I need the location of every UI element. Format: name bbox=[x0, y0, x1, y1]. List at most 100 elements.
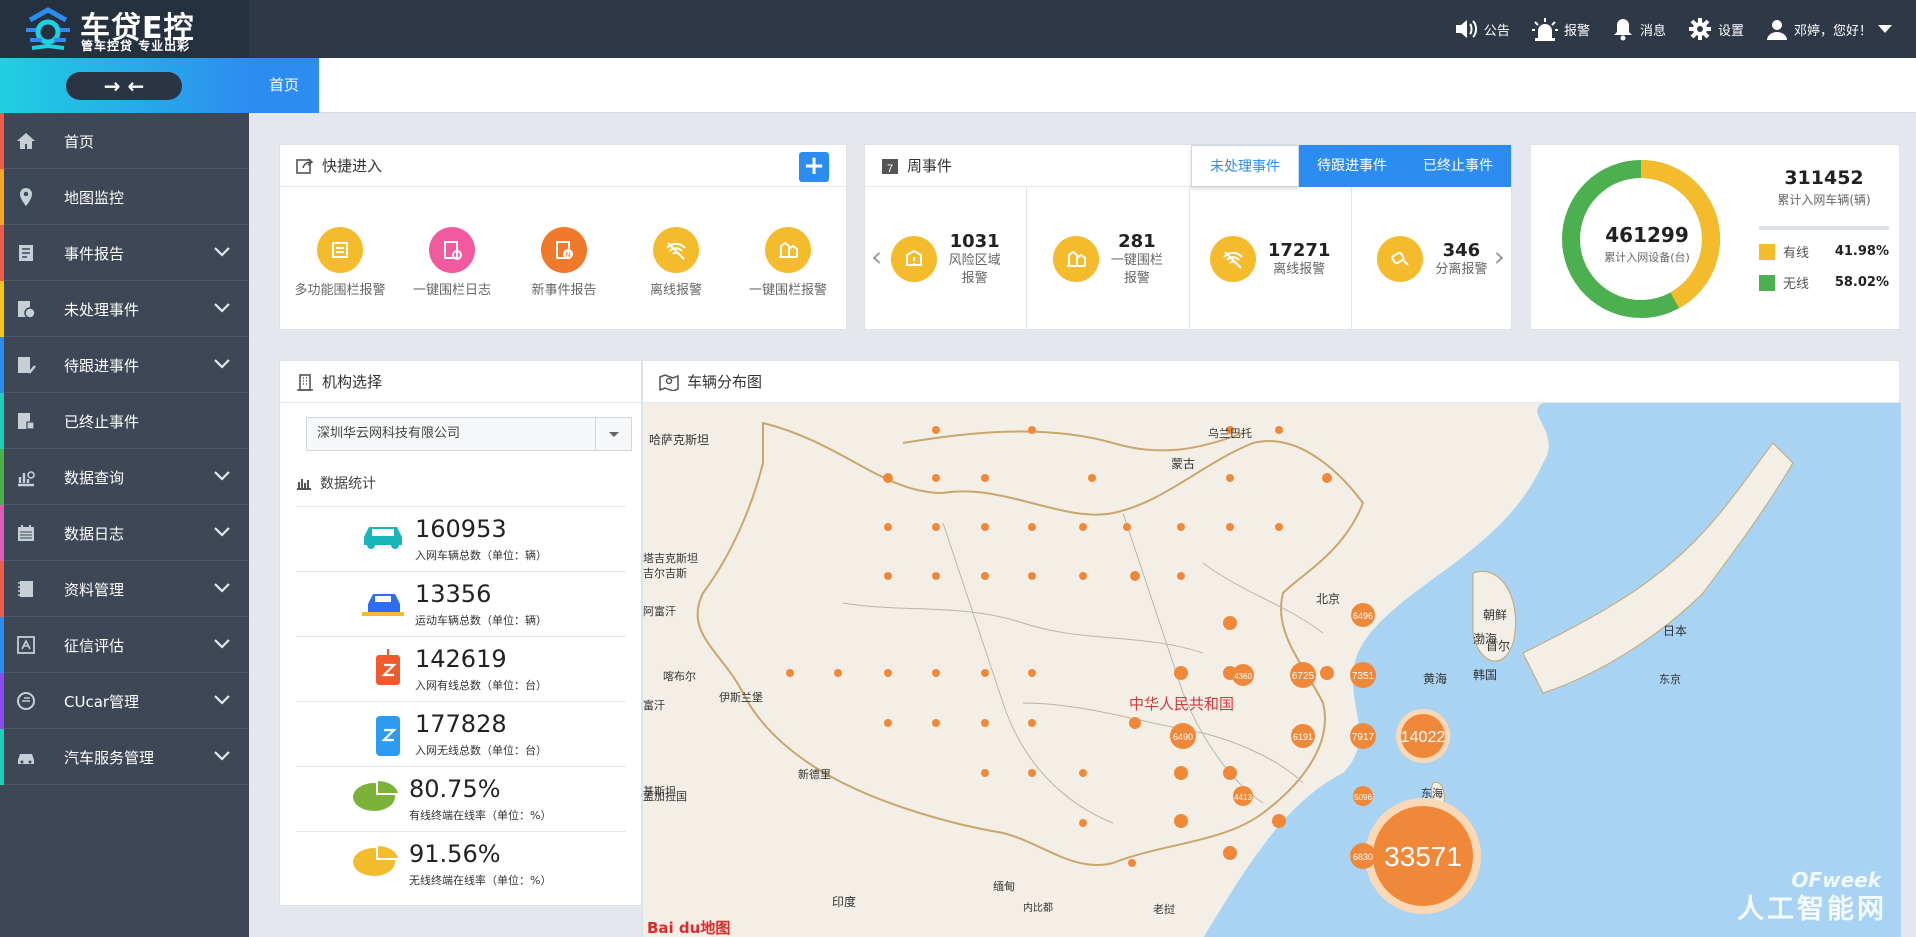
stat-label: 运动车辆总数（单位：辆） bbox=[415, 614, 547, 627]
dropdown-icon[interactable] bbox=[595, 418, 631, 450]
settings-button[interactable]: 设置 bbox=[1688, 17, 1744, 41]
gear-icon bbox=[1688, 18, 1711, 40]
wired-device-icon bbox=[370, 649, 406, 691]
map-icon bbox=[659, 373, 679, 391]
sidebar-item-accent bbox=[0, 673, 4, 729]
sidebar-item-accent bbox=[0, 281, 4, 337]
chevron-down-icon[interactable] bbox=[213, 637, 231, 651]
chevron-down-icon[interactable] bbox=[213, 581, 231, 595]
svg-text:基斯坦: 基斯坦 bbox=[643, 784, 676, 798]
sidebar-item-7[interactable]: 数据日志 bbox=[0, 505, 249, 561]
chevron-down-icon[interactable] bbox=[213, 357, 231, 371]
quick-item-3[interactable]: 离线报警 bbox=[623, 227, 729, 298]
sidebar-item-accent bbox=[0, 113, 4, 169]
chevron-down-icon[interactable] bbox=[213, 469, 231, 483]
sidebar-item-label: 已终止事件 bbox=[64, 413, 140, 431]
svg-text:5096: 5096 bbox=[1354, 793, 1372, 802]
sidebar-toggle-button[interactable]: → ← bbox=[66, 72, 182, 100]
quick-item-2[interactable]: N 新事件报告 bbox=[511, 227, 617, 298]
sidebar-item-10[interactable]: CUcar管理 bbox=[0, 673, 249, 729]
pending-event-icon bbox=[18, 301, 36, 319]
risk-area-icon bbox=[890, 236, 937, 282]
sidebar-item-accent bbox=[0, 617, 4, 673]
sidebar-item-1[interactable]: 地图监控 bbox=[0, 169, 249, 225]
week-event-count: 17271 bbox=[1267, 239, 1331, 261]
stat-label: 有线终端在线率（单位：%） bbox=[409, 809, 552, 822]
week-event-text: 346 分离报警 bbox=[1435, 240, 1487, 279]
chevron-down-icon[interactable] bbox=[213, 301, 231, 315]
org-panel-title: 机构选择 bbox=[322, 373, 383, 391]
svg-text:6830: 6830 bbox=[1353, 852, 1373, 862]
next-arrow-icon[interactable]: › bbox=[1494, 240, 1505, 273]
message-button[interactable]: 消息 bbox=[1612, 17, 1666, 41]
svg-text:7: 7 bbox=[887, 163, 893, 175]
week-event-0[interactable]: 1031 风险区域 报警 bbox=[865, 187, 1028, 331]
quick-item-label: 一键围栏报警 bbox=[748, 283, 827, 298]
legend-wireless: 无线 58.02% bbox=[1759, 273, 1889, 292]
user-menu[interactable]: 邓婷，您好！ bbox=[1766, 18, 1892, 40]
svg-text:内比都: 内比都 bbox=[1023, 901, 1053, 914]
stats-title-text: 数据统计 bbox=[320, 476, 376, 492]
week-event-list: 1031 风险区域 报警 281 一键围栏 报警 17271 离线报警 346 分离报警 bbox=[865, 187, 1513, 331]
fence-alarm-icon bbox=[765, 227, 811, 273]
add-shortcut-button[interactable]: + bbox=[799, 152, 829, 182]
tab-home[interactable]: 首页 bbox=[249, 58, 319, 113]
fence-alarm-icon bbox=[1052, 236, 1099, 282]
credit-icon bbox=[17, 636, 35, 654]
speaker-icon bbox=[1455, 20, 1477, 38]
week-event-2[interactable]: 17271 离线报警 bbox=[1190, 187, 1352, 331]
sidebar-item-5[interactable]: 已终止事件 bbox=[0, 393, 249, 449]
alarm-button[interactable]: 报警 bbox=[1531, 17, 1590, 41]
week-event-1[interactable]: 281 一键围栏 报警 bbox=[1027, 187, 1190, 331]
stat-label: 入网无线总数（单位：台） bbox=[415, 744, 547, 757]
logo-area[interactable]: 车贷E控 管车控贷 专业出彩 bbox=[0, 0, 249, 58]
app-subtitle: 管车控贷 专业出彩 bbox=[81, 39, 191, 53]
map-header: 车辆分布图 bbox=[643, 361, 1899, 403]
svg-text:4413: 4413 bbox=[1234, 793, 1252, 802]
sidebar-item-11[interactable]: 汽车服务管理 bbox=[0, 729, 249, 785]
sidebar-item-2[interactable]: 事件报告 bbox=[0, 225, 249, 281]
org-select[interactable]: 深圳华云网科技有限公司 bbox=[306, 417, 632, 451]
stats-title: 数据统计 bbox=[296, 473, 376, 493]
device-summary-card: 461299 累计入网设备(台) 311452 累计入网车辆(辆) 有线 41.… bbox=[1530, 144, 1900, 330]
calendar-7-icon: 7 bbox=[882, 158, 898, 175]
week-event-3[interactable]: 346 分离报警 bbox=[1352, 187, 1513, 331]
week-tab-2[interactable]: 已终止事件 bbox=[1405, 145, 1511, 187]
chevron-down-icon[interactable] bbox=[213, 245, 231, 259]
chevron-down-icon[interactable] bbox=[213, 749, 231, 763]
mongolia-border bbox=[902, 430, 1244, 452]
quick-item-1[interactable]: 一键围栏日志 bbox=[399, 227, 505, 298]
detach-icon bbox=[1377, 236, 1424, 282]
sidebar-item-accent bbox=[0, 561, 4, 617]
sidebar-item-accent bbox=[0, 729, 4, 785]
svg-text:缅甸: 缅甸 bbox=[993, 879, 1015, 893]
week-event-label: 分离报警 bbox=[1435, 261, 1488, 277]
chevron-down-icon[interactable] bbox=[213, 525, 231, 539]
pie-yellow-icon bbox=[352, 844, 398, 882]
sidebar-item-label: 征信评估 bbox=[64, 637, 125, 655]
svg-text:乌兰巴托: 乌兰巴托 bbox=[1208, 426, 1252, 440]
quick-item-4[interactable]: 一键围栏报警 bbox=[735, 227, 841, 298]
sidebar-item-6[interactable]: 数据查询 bbox=[0, 449, 249, 505]
announcement-button[interactable]: 公告 bbox=[1454, 18, 1510, 40]
quick-item-0[interactable]: 多功能围栏报警 bbox=[287, 227, 393, 298]
stat-row-5: 91.56% 无线终端在线率（单位：%） bbox=[296, 831, 626, 896]
week-event-text: 281 一键围栏 报警 bbox=[1111, 231, 1163, 288]
svg-text:富汗: 富汗 bbox=[643, 698, 665, 712]
sidebar-item-4[interactable]: 待跟进事件 bbox=[0, 337, 249, 393]
vehicle-distribution-map[interactable]: 33571 14022 7917 7351 6725 6496 6191 649… bbox=[643, 403, 1901, 937]
tab-strip: 首页 bbox=[249, 58, 1916, 113]
chevron-down-icon[interactable] bbox=[213, 693, 231, 707]
book-icon bbox=[18, 581, 33, 597]
stat-row-2: 142619 入网有线总数（单位：台） bbox=[296, 636, 626, 701]
week-event-count: 281 bbox=[1118, 230, 1156, 252]
week-tab-0[interactable]: 未处理事件 bbox=[1191, 145, 1299, 187]
sidebar-item-3[interactable]: 未处理事件 bbox=[0, 281, 249, 337]
sidebar-item-0[interactable]: 首页 bbox=[0, 113, 249, 169]
sidebar-item-8[interactable]: 资料管理 bbox=[0, 561, 249, 617]
svg-text:印度: 印度 bbox=[832, 894, 856, 909]
sidebar-item-accent bbox=[0, 505, 4, 561]
week-tab-1[interactable]: 待跟进事件 bbox=[1299, 145, 1405, 187]
watermark-ai: 人工智能网 bbox=[1737, 894, 1887, 925]
sidebar-item-9[interactable]: 征信评估 bbox=[0, 617, 249, 673]
